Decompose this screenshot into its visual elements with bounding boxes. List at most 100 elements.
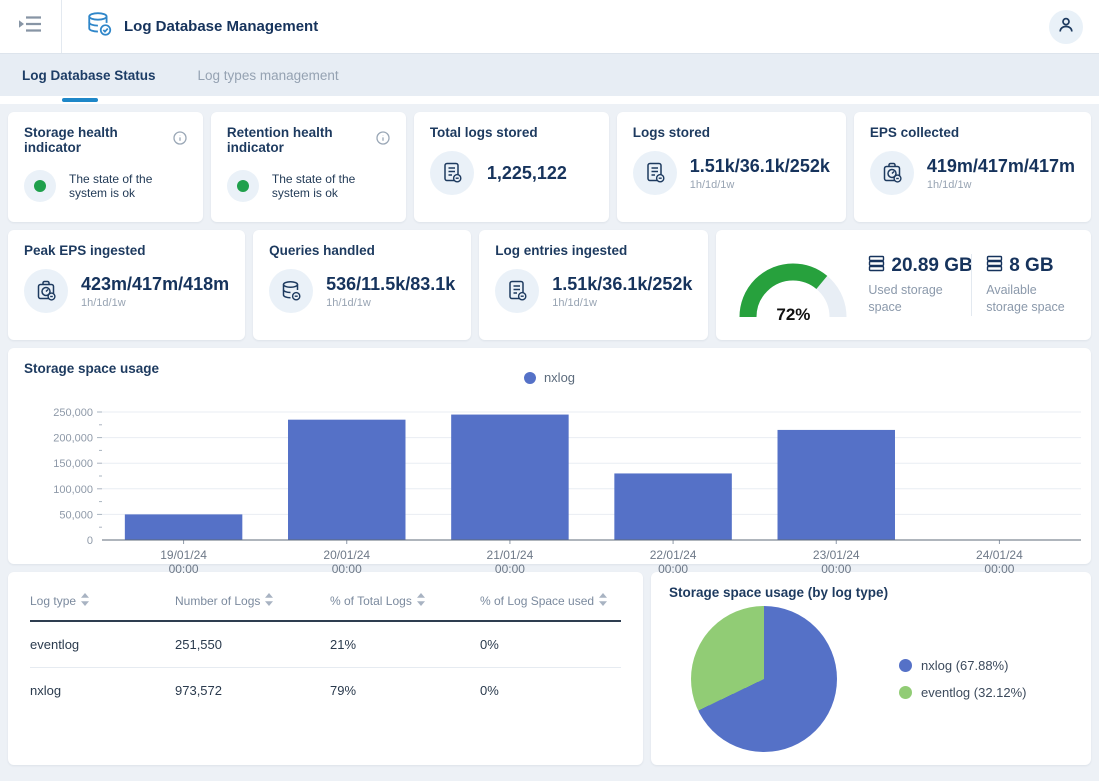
legend-dot (899, 659, 912, 672)
database-check-icon (86, 11, 112, 42)
card-storage-gauge: 72% 20.89 GB Used storage space 8 GB (716, 230, 1091, 340)
card-storage-health: Storage health indicator The state of th… (8, 112, 203, 222)
stat-period: 1h/1d/1w (326, 297, 455, 309)
stat-value: 419m/417m/417m (927, 156, 1075, 177)
column-header-log-type[interactable]: Log type (30, 580, 175, 621)
stat-value: 423m/417m/418m (81, 274, 229, 295)
sidebar-toggle-button[interactable] (0, 0, 62, 53)
svg-text:50,000: 50,000 (59, 509, 93, 521)
database-badge-icon (269, 269, 313, 313)
meter-badge-icon (24, 269, 68, 313)
tab-log-database-status[interactable]: Log Database Status (22, 68, 156, 83)
active-tab-indicator (62, 98, 98, 102)
status-dot-green (34, 180, 46, 192)
document-badge-icon (633, 151, 677, 195)
column-header-pct-log-space-used[interactable]: % of Log Space used (480, 580, 621, 621)
pie-legend-item-nxlog[interactable]: nxlog (67.88%) (899, 658, 1027, 673)
svg-text:00:00: 00:00 (821, 562, 851, 576)
svg-text:23/01/24: 23/01/24 (813, 548, 860, 562)
card-eps-collected: EPS collected 419m/417m/417m 1h/1d/1w (854, 112, 1091, 222)
pie-legend-item-eventlog[interactable]: eventlog (32.12%) (899, 685, 1027, 700)
gauge-percent-label: 72% (776, 305, 810, 325)
stat-value: 536/11.5k/83.1k (326, 274, 455, 295)
svg-text:20/01/24: 20/01/24 (323, 548, 370, 562)
storage-stack-icon (868, 255, 885, 277)
log-types-table-card: Log type Number of Logs % of Total Logs … (8, 572, 643, 765)
cell-number-of-logs: 251,550 (175, 621, 330, 668)
svg-text:19/01/24: 19/01/24 (160, 548, 207, 562)
stat-period: 1h/1d/1w (81, 297, 229, 309)
svg-text:200,000: 200,000 (53, 433, 93, 445)
card-total-logs-stored: Total logs stored 1,225,122 (414, 112, 609, 222)
card-title: EPS collected (870, 125, 959, 140)
log-types-table: Log type Number of Logs % of Total Logs … (30, 580, 621, 713)
svg-text:00:00: 00:00 (169, 562, 199, 576)
status-text: The state of the system is ok (272, 172, 390, 200)
legend-label: eventlog (32.12%) (921, 685, 1027, 700)
storage-stack-icon (986, 255, 1003, 277)
svg-text:21/01/24: 21/01/24 (487, 548, 534, 562)
info-icon[interactable] (173, 131, 187, 150)
card-title: Queries handled (269, 243, 375, 258)
bar-chart-legend-nxlog[interactable]: nxlog (8, 370, 1091, 385)
card-title: Peak EPS ingested (24, 243, 146, 258)
bottom-row: Log type Number of Logs % of Total Logs … (8, 572, 1091, 764)
card-queries-handled: Queries handled 536/11.5k/83.1k 1h/1d/1w (253, 230, 471, 340)
legend-label: nxlog (67.88%) (921, 658, 1008, 673)
legend-dot (899, 686, 912, 699)
tab-strip (0, 96, 1099, 104)
used-storage-stat: 20.89 GB Used storage space (868, 255, 957, 316)
card-storage-space-usage-chart: Storage space usage nxlog 050,000100,000… (8, 348, 1091, 564)
document-badge-icon (495, 269, 539, 313)
document-badge-icon (430, 151, 474, 195)
card-title: Total logs stored (430, 125, 538, 140)
meter-badge-icon (870, 151, 914, 195)
legend-label: nxlog (544, 370, 575, 385)
cell-log-type: eventlog (30, 621, 175, 668)
column-header-pct-total-logs[interactable]: % of Total Logs (330, 580, 480, 621)
status-dot-background (24, 170, 56, 202)
vertical-divider (971, 254, 972, 316)
stats-row-2: Peak EPS ingested 423m/417m/418m 1h/1d/1… (8, 230, 1091, 340)
bar-chart[interactable]: 050,000100,000150,000200,000250,00019/01… (24, 404, 1075, 581)
card-retention-health: Retention health indicator The state of … (211, 112, 406, 222)
pie-legend: nxlog (67.88%) eventlog (32.12%) (899, 658, 1027, 700)
pie-chart[interactable] (691, 606, 837, 752)
card-log-entries-ingested: Log entries ingested 1.51k/36.1k/252k 1h… (479, 230, 708, 340)
legend-dot (524, 372, 536, 384)
stats-row-1: Storage health indicator The state of th… (8, 112, 1091, 222)
table-row: nxlog 973,572 79% 0% (30, 668, 621, 714)
sort-icon (599, 595, 607, 609)
available-storage-stat: 8 GB Available storage space (986, 255, 1075, 316)
svg-text:00:00: 00:00 (332, 562, 362, 576)
svg-text:150,000: 150,000 (53, 458, 93, 470)
app-header: Log Database Management (0, 0, 1099, 54)
user-menu-button[interactable] (1049, 10, 1083, 44)
page-title: Log Database Management (124, 18, 318, 35)
available-storage-label: Available storage space (986, 282, 1075, 316)
svg-text:0: 0 (87, 535, 93, 547)
info-icon[interactable] (376, 131, 390, 150)
tab-log-types-management[interactable]: Log types management (198, 68, 339, 83)
cell-pct-total-logs: 79% (330, 668, 480, 714)
card-title: Storage health indicator (24, 125, 166, 155)
used-storage-label: Used storage space (868, 282, 957, 316)
main-content: Storage health indicator The state of th… (0, 104, 1099, 772)
cell-number-of-logs: 973,572 (175, 668, 330, 714)
table-row: eventlog 251,550 21% 0% (30, 621, 621, 668)
svg-text:00:00: 00:00 (658, 562, 688, 576)
status-dot-background (227, 170, 259, 202)
stat-value: 1.51k/36.1k/252k (552, 274, 692, 295)
svg-text:100,000: 100,000 (53, 484, 93, 496)
stat-value: 1.51k/36.1k/252k (690, 156, 830, 177)
svg-text:00:00: 00:00 (495, 562, 525, 576)
svg-text:22/01/24: 22/01/24 (650, 548, 697, 562)
cell-pct-log-space-used: 0% (480, 668, 621, 714)
sort-icon (417, 595, 425, 609)
tab-bar: Log Database Status Log types management (0, 54, 1099, 96)
column-header-number-of-logs[interactable]: Number of Logs (175, 580, 330, 621)
status-text: The state of the system is ok (69, 172, 187, 200)
header-brand: Log Database Management (62, 11, 318, 42)
pie-chart-title: Storage space usage (by log type) (669, 585, 888, 600)
card-storage-by-log-type: Storage space usage (by log type) nxlog … (651, 572, 1091, 765)
